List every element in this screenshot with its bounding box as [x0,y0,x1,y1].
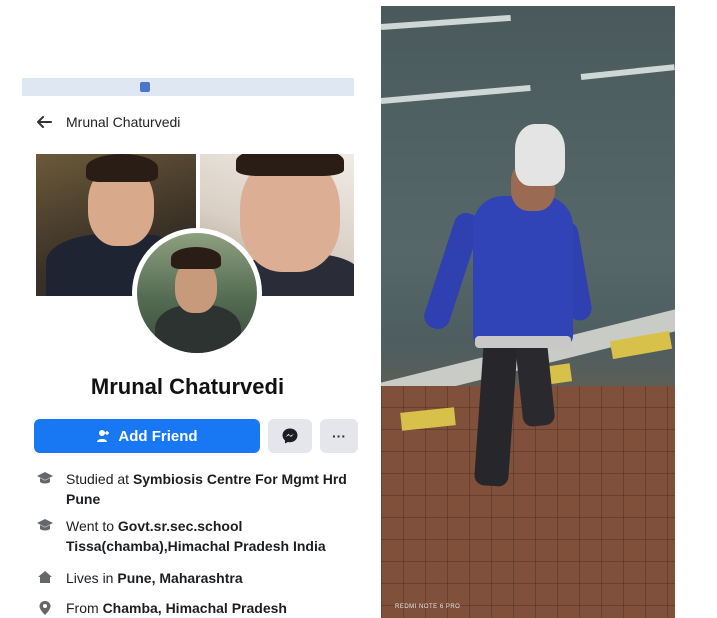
info-text: From Chamba, Himachal Pradesh [66,600,287,616]
camera-watermark: REDMI NOTE 6 PRO [395,604,461,610]
location-pin-icon [39,601,51,615]
cctv-photo: REDMI NOTE 6 PRO [381,6,675,618]
info-education: Studied at Symbiosis Centre For Mgmt Hrd… [34,469,364,509]
lock-icon [140,82,150,92]
back-arrow-icon[interactable] [34,112,54,132]
add-person-icon [97,430,110,442]
profile-header: Mrunal Chaturvedi [34,110,180,134]
info-from: From Chamba, Himachal Pradesh [34,598,364,618]
profile-avatar[interactable] [137,233,257,353]
profile-name: Mrunal Chaturvedi [90,374,285,399]
person-figure [473,196,573,346]
info-text: Went to Govt.sr.sec.school Tissa(chamba)… [66,518,326,554]
header-profile-name: Mrunal Chaturvedi [66,114,181,130]
add-friend-label: Add Friend [118,427,198,445]
messenger-icon [282,428,298,444]
graduation-cap-icon [37,519,53,531]
info-school: Went to Govt.sr.sec.school Tissa(chamba)… [34,516,364,556]
graduation-cap-icon [37,472,53,484]
info-text: Lives in Pune, Maharashtra [66,570,243,586]
blurred-browser-bar [22,78,354,96]
info-text: Studied at Symbiosis Centre For Mgmt Hrd… [66,471,347,507]
home-icon [38,571,52,583]
more-options-button[interactable]: ··· [320,419,358,453]
info-lives-in: Lives in Pune, Maharashtra [34,568,364,588]
add-friend-button[interactable]: Add Friend [34,419,260,453]
message-button[interactable] [268,419,312,453]
facebook-profile-panel: Mrunal Chaturvedi Mrunal Chaturvedi Add … [0,0,375,618]
